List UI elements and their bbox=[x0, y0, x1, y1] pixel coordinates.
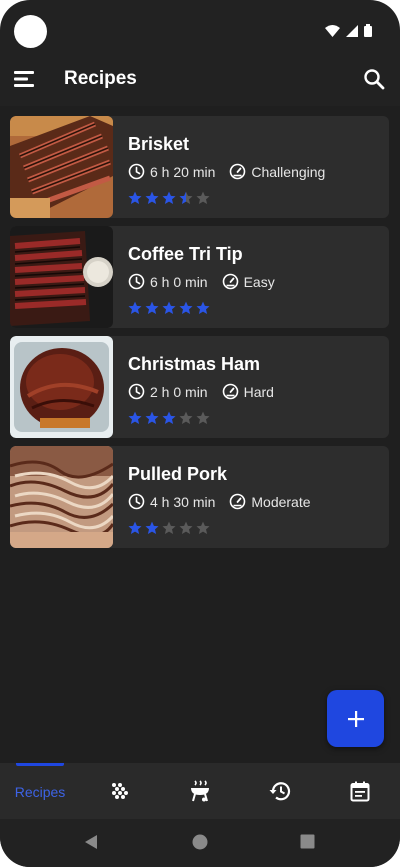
recipe-card-brisket[interactable]: Brisket 6 h 20 min Challenging bbox=[10, 116, 389, 218]
tab-calendar[interactable] bbox=[320, 763, 400, 819]
search-icon[interactable] bbox=[362, 67, 386, 91]
back-icon[interactable] bbox=[84, 834, 98, 850]
star-filled-icon bbox=[162, 411, 176, 424]
gauge-icon bbox=[222, 273, 238, 290]
menu-icon[interactable] bbox=[12, 66, 38, 92]
recipe-card-pulled-pork[interactable]: Pulled Pork 4 h 30 min Moderate bbox=[10, 446, 389, 548]
tab-recipes-label: Recipes bbox=[14, 784, 66, 800]
star-filled-icon bbox=[128, 521, 142, 534]
star-filled-icon bbox=[162, 191, 176, 204]
recipe-thumbnail bbox=[10, 116, 113, 218]
page-title: Recipes bbox=[64, 68, 137, 89]
star-empty-icon bbox=[196, 411, 210, 424]
recipe-card-christmas-ham[interactable]: Christmas Ham 2 h 0 min Hard bbox=[10, 336, 389, 438]
rating-stars bbox=[128, 521, 210, 535]
recipe-title: Christmas Ham bbox=[128, 354, 261, 374]
star-filled-icon bbox=[145, 191, 159, 204]
recipe-time: 4 h 30 min bbox=[150, 493, 216, 510]
gauge-icon bbox=[230, 163, 246, 180]
star-half-icon bbox=[179, 191, 193, 204]
star-empty-icon bbox=[179, 411, 193, 424]
recipe-time: 6 h 0 min bbox=[150, 273, 208, 290]
grill-icon bbox=[191, 780, 209, 802]
recipe-meta: 6 h 20 min Challenging bbox=[128, 163, 325, 180]
star-filled-icon bbox=[162, 301, 176, 314]
camera-cutout bbox=[14, 15, 47, 48]
wifi-icon bbox=[325, 24, 340, 37]
active-tab-indicator bbox=[16, 763, 64, 766]
recipe-meta: 4 h 30 min Moderate bbox=[128, 493, 311, 510]
star-filled-icon bbox=[145, 301, 159, 314]
star-filled-icon bbox=[179, 301, 193, 314]
recipe-time: 6 h 20 min bbox=[150, 163, 216, 180]
bottom-nav: Recipes bbox=[0, 763, 400, 819]
clock-icon bbox=[128, 273, 145, 290]
recents-icon[interactable] bbox=[300, 834, 315, 849]
history-icon bbox=[269, 782, 291, 801]
rating-stars bbox=[128, 411, 210, 425]
gauge-icon bbox=[222, 383, 238, 400]
star-filled-icon bbox=[145, 521, 159, 534]
recipe-meta: 2 h 0 min Hard bbox=[128, 383, 274, 400]
clock-icon bbox=[128, 383, 145, 400]
signal-icon bbox=[346, 24, 358, 37]
tab-seasoning[interactable] bbox=[80, 763, 160, 819]
system-nav-bar bbox=[0, 819, 400, 867]
star-filled-icon bbox=[128, 301, 142, 314]
star-empty-icon bbox=[196, 191, 210, 204]
recipe-title: Coffee Tri Tip bbox=[128, 244, 243, 264]
star-filled-icon bbox=[128, 191, 142, 204]
gauge-icon bbox=[230, 493, 246, 510]
recipe-title: Pulled Pork bbox=[128, 464, 228, 484]
battery-icon bbox=[364, 24, 372, 37]
plus-icon bbox=[347, 710, 364, 727]
recipe-time: 2 h 0 min bbox=[150, 383, 208, 400]
app-bar: Recipes bbox=[0, 60, 400, 106]
recipe-meta: 6 h 0 min Easy bbox=[128, 273, 275, 290]
calendar-icon bbox=[350, 781, 370, 801]
add-recipe-button[interactable] bbox=[327, 690, 384, 747]
status-icons bbox=[325, 24, 372, 37]
recipe-difficulty: Challenging bbox=[251, 163, 326, 180]
clock-icon bbox=[128, 493, 145, 510]
clock-icon bbox=[128, 163, 145, 180]
recipe-thumbnail bbox=[10, 336, 113, 438]
star-filled-icon bbox=[128, 411, 142, 424]
star-empty-icon bbox=[179, 521, 193, 534]
recipe-difficulty: Hard bbox=[243, 383, 274, 400]
recipe-thumbnail bbox=[10, 226, 113, 328]
tab-grill[interactable] bbox=[160, 763, 240, 819]
rating-stars bbox=[128, 301, 210, 315]
phone-screen: Recipes Brisket 6 h 20 min Challenging C… bbox=[0, 0, 400, 867]
recipe-thumbnail bbox=[10, 446, 113, 548]
recipe-card-coffee-tri-tip[interactable]: Coffee Tri Tip 6 h 0 min Easy bbox=[10, 226, 389, 328]
recipe-title: Brisket bbox=[128, 134, 190, 154]
seasoning-icon bbox=[112, 783, 128, 799]
tab-recipes[interactable]: Recipes bbox=[0, 763, 80, 819]
star-empty-icon bbox=[196, 521, 210, 534]
recipe-difficulty: Moderate bbox=[251, 493, 311, 510]
rating-stars bbox=[128, 191, 210, 205]
star-empty-icon bbox=[162, 521, 176, 534]
star-filled-icon bbox=[196, 301, 210, 314]
status-bar bbox=[0, 0, 400, 60]
home-icon[interactable] bbox=[192, 834, 208, 850]
tab-history[interactable] bbox=[240, 763, 320, 819]
recipe-difficulty: Easy bbox=[243, 273, 275, 290]
star-filled-icon bbox=[145, 411, 159, 424]
